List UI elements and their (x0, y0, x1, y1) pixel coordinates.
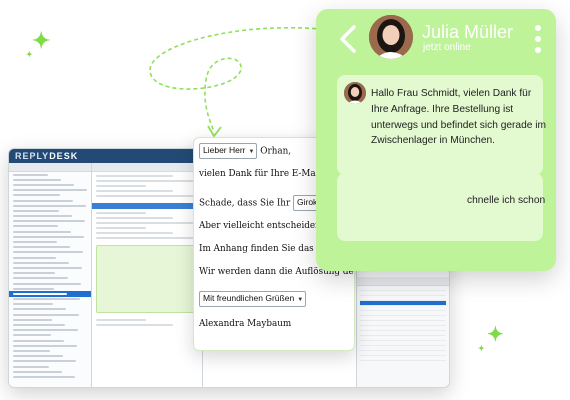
chat-card: Julia Müller jetzt online Hallo Frau Sch… (316, 9, 556, 271)
sparkle-icon: ✦ (32, 28, 51, 53)
email-line: vielen Dank für Ihre E-Mail. (199, 169, 325, 179)
chat-message-text: chnelle ich schon (467, 195, 546, 206)
reply-editor-preview[interactable] (96, 245, 198, 313)
app-logo: REPLYDESK (15, 151, 79, 161)
sparkle-icon: ✦ (487, 324, 504, 346)
sparkle-icon: ✦ (478, 344, 485, 353)
avatar (369, 15, 413, 59)
chat-message-text: Hallo Frau Schmidt, vielen Dank für Ihre… (371, 88, 546, 147)
tree-item[interactable] (9, 374, 91, 379)
recipient-name: Orhan, (260, 146, 292, 157)
chat-message-bubble: Hallo Frau Schmidt, vielen Dank für Ihre… (337, 75, 546, 175)
back-arrow-icon[interactable] (336, 24, 360, 54)
folder-tree (9, 163, 92, 387)
tree-header (9, 163, 91, 172)
contact-name: Julia Müller (422, 22, 514, 42)
closing-select[interactable]: Mit freundlichen Grüßen ▼ (199, 291, 307, 307)
chat-message-bubble: chnelle ich schon (337, 173, 545, 241)
salutation-select[interactable]: Lieber Herr ▼ (199, 143, 258, 159)
chevron-down-icon: ▼ (297, 297, 304, 303)
more-options-icon[interactable] (535, 25, 543, 55)
chat-header: Julia Müller jetzt online (316, 9, 556, 71)
message-detail-panel (92, 163, 203, 387)
avatar (344, 82, 366, 104)
contact-status: jetzt online (423, 42, 471, 53)
chevron-down-icon: ▼ (248, 149, 255, 155)
signature: Alexandra Maybaum (199, 319, 292, 329)
sparkle-icon: ✦ (26, 50, 33, 59)
